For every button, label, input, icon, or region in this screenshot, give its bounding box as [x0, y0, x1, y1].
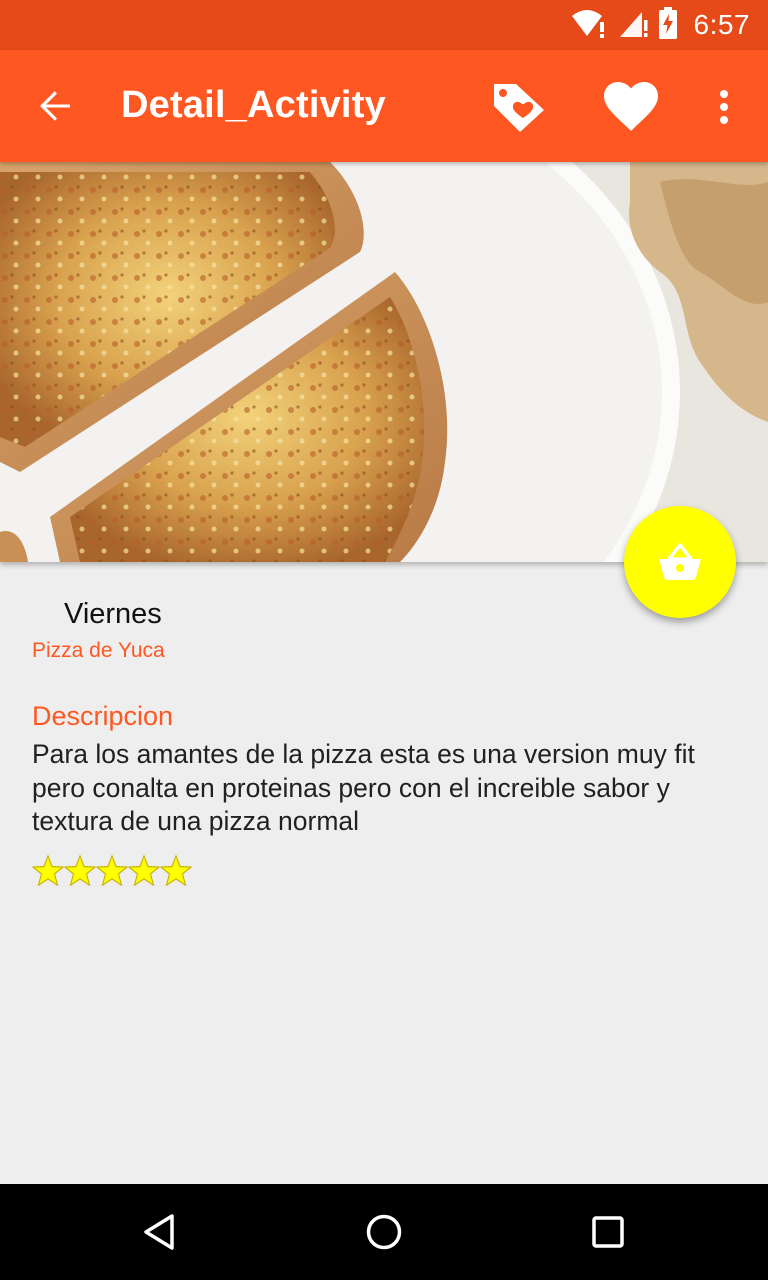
star-icon [128, 854, 160, 887]
nav-recents-button[interactable] [578, 1202, 638, 1262]
add-to-cart-fab[interactable] [624, 506, 736, 618]
status-icons: 6:57 [570, 6, 751, 44]
app-bar: Detail_Activity [0, 50, 768, 162]
day-label: Viernes [64, 598, 162, 630]
star-icon [64, 854, 96, 887]
heart-icon [604, 82, 658, 131]
star-icon [160, 854, 192, 887]
hero-image [0, 162, 768, 562]
pizza-photo [0, 162, 768, 562]
status-time: 6:57 [693, 9, 750, 40]
shopping-basket-icon [659, 543, 701, 580]
back-button[interactable] [28, 78, 84, 134]
back-arrow-icon [40, 91, 70, 121]
nav-back-button[interactable] [130, 1202, 190, 1262]
rating-bar[interactable] [32, 854, 192, 888]
more-vert-icon [720, 90, 728, 124]
star-icon [96, 854, 128, 887]
nav-recents-icon [592, 1216, 624, 1248]
overflow-menu-button[interactable] [700, 78, 748, 136]
item-name: Pizza de Yuca [32, 639, 165, 662]
nav-back-icon [144, 1214, 174, 1250]
tag-heart-icon [494, 84, 544, 132]
description-heading: Descripcion [32, 701, 174, 731]
description-text: Para los amantes de la pizza esta es una… [32, 739, 695, 836]
system-nav-bar [0, 1184, 768, 1280]
wifi-alert-icon [570, 8, 608, 43]
nav-home-button[interactable] [354, 1202, 414, 1262]
status-bar: 6:57 [0, 0, 768, 50]
battery-charging-icon [658, 6, 678, 44]
tag-button[interactable] [488, 78, 550, 136]
nav-home-icon [366, 1214, 402, 1250]
page-title: Detail_Activity [121, 84, 386, 126]
star-icon [32, 854, 64, 887]
favorite-button[interactable] [600, 78, 662, 136]
signal-alert-icon [618, 8, 648, 43]
